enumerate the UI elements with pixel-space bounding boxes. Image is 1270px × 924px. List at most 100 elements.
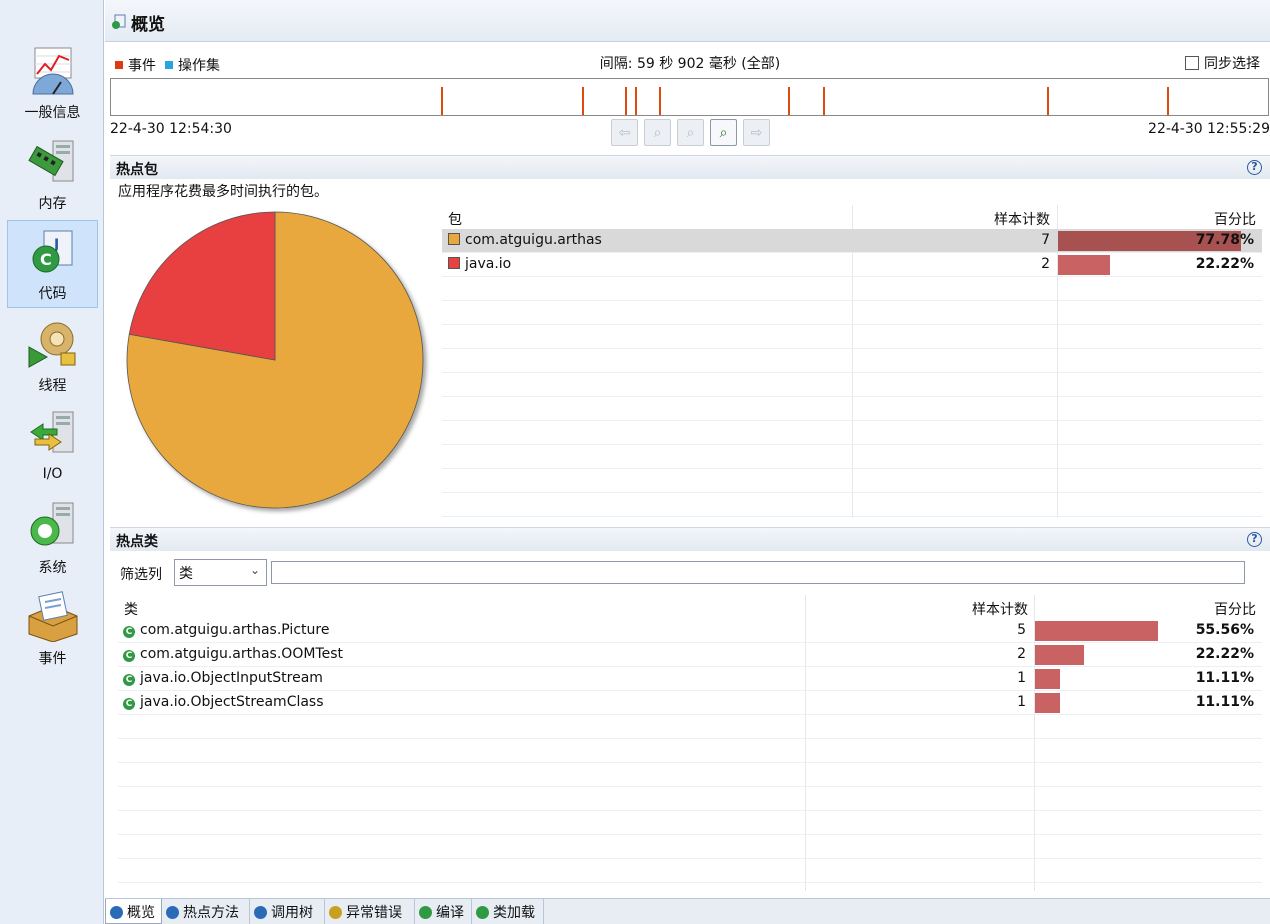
package-color-icon: [448, 233, 460, 245]
nav-item-code[interactable]: J C 代码: [7, 220, 98, 308]
col-class[interactable]: 类: [124, 599, 138, 619]
bottom-tab-bar: 概览 热点方法 调用树 异常错误 编译 类加载: [105, 898, 1270, 924]
sample-count: 1: [1017, 670, 1026, 686]
call-tree-icon: [254, 906, 267, 919]
class-loading-icon: [476, 906, 489, 919]
chevron-down-icon: ⌄: [249, 563, 260, 577]
tab-compilation[interactable]: 编译: [415, 899, 472, 924]
percent-bar: [1058, 255, 1110, 275]
event-marker[interactable]: [625, 87, 627, 115]
tab-overview[interactable]: 概览: [105, 899, 162, 924]
percent-bar: [1035, 621, 1158, 641]
tab-call-tree[interactable]: 调用树: [250, 899, 325, 924]
arrow-right-icon: ⇨: [750, 124, 763, 141]
col-package[interactable]: 包: [448, 209, 462, 229]
filter-text-input[interactable]: [271, 561, 1245, 584]
class-name: Cjava.io.ObjectStreamClass: [123, 694, 324, 710]
class-icon: C: [123, 626, 135, 638]
table-row[interactable]: com.atguigu.arthas 7 77.78%: [442, 229, 1262, 253]
percent-value: 11.11%: [1195, 694, 1254, 710]
percent-value: 11.11%: [1195, 670, 1254, 686]
table-row: [442, 325, 1262, 349]
package-name: java.io: [448, 256, 511, 272]
timeline-start-time: 22-4-30 12:54:30: [110, 121, 232, 137]
nav-item-events[interactable]: 事件: [7, 586, 98, 674]
arrow-left-icon: ⇦: [618, 124, 631, 141]
percent-value: 22.22%: [1195, 256, 1254, 272]
table-row: [442, 301, 1262, 325]
checkbox-box[interactable]: [1185, 56, 1199, 70]
sample-count: 2: [1041, 256, 1050, 272]
col-percent[interactable]: 百分比: [1214, 209, 1256, 229]
telemetry-chart-icon: [32, 47, 74, 95]
nav-label: 事件: [38, 651, 67, 667]
zoom-previous-icon: ⌕: [653, 124, 662, 141]
table-row: [118, 787, 1262, 811]
timeline-zoom-in-button[interactable]: ⌕: [710, 119, 737, 146]
nav-item-memory[interactable]: 内存: [7, 131, 98, 219]
percent-value: 55.56%: [1195, 622, 1254, 638]
timeline-zoom-out-button[interactable]: ⌕: [677, 119, 704, 146]
table-row: [118, 715, 1262, 739]
nav-label: 一般信息: [24, 105, 81, 121]
table-header: 包 样本计数 百分比: [442, 205, 1262, 229]
sync-selection-checkbox[interactable]: 同步选择: [1185, 53, 1260, 73]
class-name: Ccom.atguigu.arthas.OOMTest: [123, 646, 343, 662]
class-icon: C: [123, 674, 135, 686]
event-marker[interactable]: [788, 87, 790, 115]
event-marker[interactable]: [1047, 87, 1049, 115]
table-row: [442, 397, 1262, 421]
table-row: [442, 277, 1262, 301]
pie-slice-java-io[interactable]: [128, 211, 276, 361]
memory-icon: [28, 140, 74, 182]
nav-item-threads[interactable]: 线程: [7, 313, 98, 401]
event-timeline[interactable]: [110, 78, 1269, 116]
help-icon[interactable]: ?: [1247, 532, 1262, 547]
col-percent[interactable]: 百分比: [1214, 599, 1256, 619]
tab-exceptions[interactable]: 异常错误: [325, 899, 415, 924]
table-row[interactable]: Cjava.io.ObjectStreamClass 1 11.11%: [118, 691, 1262, 715]
filter-column-label: 筛选列: [120, 567, 162, 583]
event-marker[interactable]: [823, 87, 825, 115]
filter-column-select[interactable]: 类 ⌄: [174, 559, 267, 586]
table-row[interactable]: Ccom.atguigu.arthas.OOMTest 2 22.22%: [118, 643, 1262, 667]
table-row: [118, 859, 1262, 883]
nav-item-io[interactable]: I/O: [7, 404, 98, 492]
table-row[interactable]: java.io 2 22.22%: [442, 253, 1262, 277]
table-row[interactable]: Cjava.io.ObjectInputStream 1 11.11%: [118, 667, 1262, 691]
table-row: [118, 835, 1262, 859]
col-sample-count[interactable]: 样本计数: [972, 599, 1028, 619]
tab-class-loading[interactable]: 类加载: [472, 899, 544, 924]
event-marker[interactable]: [635, 87, 637, 115]
class-icon: C: [123, 650, 135, 662]
timeline-forward-button[interactable]: ⇨: [743, 119, 770, 146]
class-name: Cjava.io.ObjectInputStream: [123, 670, 323, 686]
package-color-icon: [448, 257, 460, 269]
exceptions-icon: [329, 906, 342, 919]
event-marker[interactable]: [659, 87, 661, 115]
hot-methods-icon: [166, 906, 179, 919]
nav-label: 系统: [38, 560, 67, 576]
sample-count: 7: [1041, 232, 1050, 248]
nav-item-general[interactable]: 一般信息: [7, 40, 98, 128]
events-swatch-icon: [115, 61, 123, 69]
nav-item-system[interactable]: 系统: [7, 495, 98, 583]
col-sample-count[interactable]: 样本计数: [994, 209, 1050, 229]
event-marker[interactable]: [441, 87, 443, 115]
table-row[interactable]: Ccom.atguigu.arthas.Picture 5 55.56%: [118, 619, 1262, 643]
timeline-back-button[interactable]: ⇦: [611, 119, 638, 146]
percent-value: 22.22%: [1195, 646, 1254, 662]
tab-hot-methods[interactable]: 热点方法: [162, 899, 250, 924]
hot-packages-table: 包 样本计数 百分比 com.atguigu.arthas 7 77.78% java…: [442, 205, 1262, 518]
event-marker[interactable]: [1167, 87, 1169, 115]
table-row: [442, 493, 1262, 517]
left-navigation: 一般信息 内存 J C 代码 线程 I/O 系统 事件: [0, 0, 104, 924]
sample-count: 1: [1017, 694, 1026, 710]
legend-events: 事件: [115, 55, 156, 75]
table-row: [118, 763, 1262, 787]
percent-value: 77.78%: [1195, 232, 1254, 248]
event-marker[interactable]: [582, 87, 584, 115]
nav-label: 代码: [38, 286, 67, 302]
help-icon[interactable]: ?: [1247, 160, 1262, 175]
timeline-zoom-previous-button[interactable]: ⌕: [644, 119, 671, 146]
